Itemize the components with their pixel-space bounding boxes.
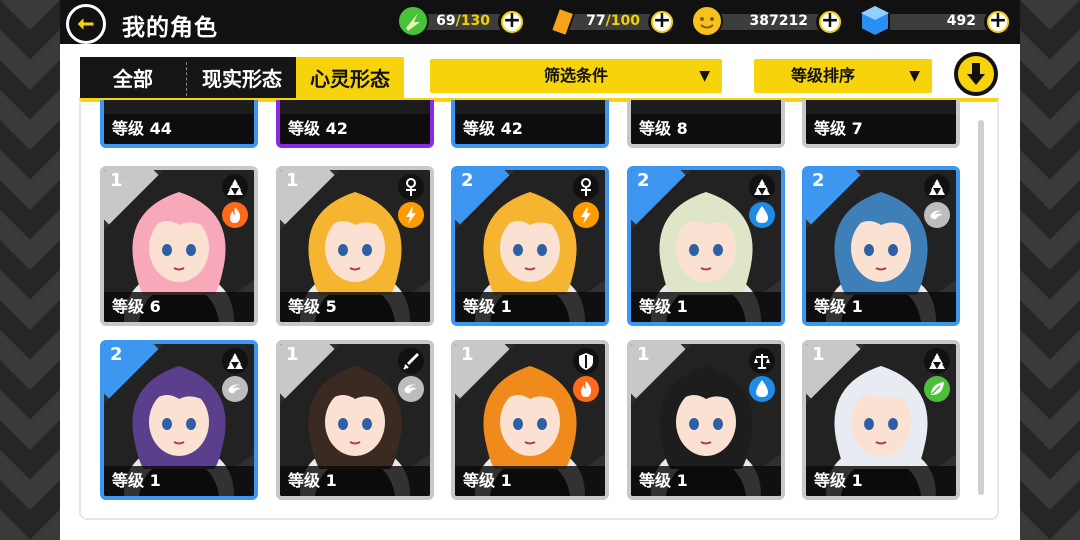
- scroll-thumb[interactable]: [978, 120, 984, 495]
- leaf-element-icon: [924, 376, 950, 402]
- sort-order-button[interactable]: [954, 52, 998, 96]
- tab-soul-form[interactable]: 心灵形态: [296, 57, 404, 101]
- character-card[interactable]: 等级 42: [451, 100, 609, 148]
- character-card[interactable]: 2 等级 1: [627, 166, 785, 326]
- wind-element-icon: [924, 202, 950, 228]
- character-level: 等级 5: [280, 292, 430, 322]
- character-level: 等级 1: [631, 466, 781, 496]
- star-rank: 2: [637, 170, 650, 191]
- sort-label: 等级排序: [790, 66, 855, 85]
- triforce-class-icon: [749, 174, 775, 200]
- fire-element-icon: [222, 202, 248, 228]
- scrollbar[interactable]: [978, 120, 984, 495]
- gem-value: 492: [946, 13, 976, 29]
- energy-current: 77: [586, 13, 606, 29]
- chevron-down-icon: ▼: [909, 68, 920, 84]
- water-element-icon: [749, 376, 775, 402]
- stamina-max: /130: [455, 13, 490, 29]
- character-level: 等级 42: [280, 114, 430, 144]
- chevron-down-icon: ▼: [699, 68, 710, 84]
- ankh-class-icon: [573, 174, 599, 200]
- back-button[interactable]: [66, 4, 106, 44]
- character-level: 等级 6: [104, 292, 254, 322]
- character-level: 等级 1: [455, 466, 605, 496]
- character-level: 等级 1: [631, 292, 781, 322]
- character-level: 等级 1: [280, 466, 430, 496]
- character-card[interactable]: 等级 7: [802, 100, 960, 148]
- star-rank: 2: [110, 344, 123, 365]
- character-level: 等级 1: [806, 466, 956, 496]
- character-card[interactable]: 1 等级 1: [627, 340, 785, 500]
- page-title: 我的角色: [122, 15, 218, 41]
- filter-dropdown[interactable]: 筛选条件 ▼: [430, 59, 722, 93]
- stamina-counter: 69/130 +: [396, 5, 530, 37]
- character-card[interactable]: 2 等级 1: [451, 166, 609, 326]
- add-stamina-button[interactable]: +: [498, 8, 526, 36]
- bolt-element-icon: [573, 202, 599, 228]
- add-gold-button[interactable]: +: [816, 8, 844, 36]
- star-rank: 1: [286, 344, 299, 365]
- character-level: 等级 42: [455, 114, 605, 144]
- star-rank: 2: [461, 170, 474, 191]
- character-level: 等级 1: [104, 466, 254, 496]
- character-level: 等级 7: [806, 114, 956, 144]
- water-element-icon: [749, 202, 775, 228]
- wind-element-icon: [222, 376, 248, 402]
- back-arrow-icon: [76, 15, 95, 33]
- character-card[interactable]: 1 等级 6: [100, 166, 258, 326]
- energy-counter: 77/100 +: [546, 6, 680, 37]
- star-rank: 1: [637, 344, 650, 365]
- add-gem-button[interactable]: +: [984, 8, 1012, 36]
- character-card[interactable]: 1 等级 1: [276, 340, 434, 500]
- character-level: 等级 44: [104, 114, 254, 144]
- bolt-element-icon: [398, 202, 424, 228]
- star-rank: 1: [110, 170, 123, 191]
- wind-element-icon: [398, 376, 424, 402]
- scale-class-icon: [749, 348, 775, 374]
- sort-dropdown[interactable]: 等级排序 ▼: [754, 59, 932, 93]
- character-level: 等级 1: [806, 292, 956, 322]
- character-card[interactable]: 2 等级 1: [100, 340, 258, 500]
- blue-cube-icon: [860, 4, 890, 38]
- filter-label: 筛选条件: [543, 66, 608, 85]
- character-card[interactable]: 1 等级 1: [802, 340, 960, 500]
- triforce-class-icon: [222, 174, 248, 200]
- leaf-stamina-icon: [397, 5, 429, 37]
- character-card[interactable]: 2 等级 1: [802, 166, 960, 326]
- triforce-class-icon: [924, 174, 950, 200]
- character-card[interactable]: 等级 42: [276, 100, 434, 148]
- gem-counter: 492 +: [858, 4, 1014, 38]
- tab-real-form[interactable]: 现实形态: [188, 57, 296, 101]
- form-tabs: 全部 现实形态 心灵形态: [80, 57, 404, 101]
- star-rank: 1: [812, 344, 825, 365]
- shield-class-icon: [573, 348, 599, 374]
- tab-all[interactable]: 全部: [80, 57, 186, 101]
- fire-element-icon: [573, 376, 599, 402]
- triforce-class-icon: [222, 348, 248, 374]
- gold-counter: 387212 +: [690, 5, 846, 37]
- down-arrow-icon: [967, 63, 985, 85]
- character-card[interactable]: 1 等级 5: [276, 166, 434, 326]
- gold-value: 387212: [749, 13, 808, 29]
- sword-class-icon: [398, 348, 424, 374]
- energy-max: /100: [605, 13, 640, 29]
- character-card[interactable]: 等级 44: [100, 100, 258, 148]
- ankh-class-icon: [398, 174, 424, 200]
- star-rank: 1: [461, 344, 474, 365]
- star-rank: 2: [812, 170, 825, 191]
- character-card[interactable]: 等级 8: [627, 100, 785, 148]
- character-card[interactable]: 1 等级 1: [451, 340, 609, 500]
- add-energy-button[interactable]: +: [648, 8, 676, 36]
- triforce-class-icon: [924, 348, 950, 374]
- star-rank: 1: [286, 170, 299, 191]
- stamina-current: 69: [436, 13, 456, 29]
- character-level: 等级 8: [631, 114, 781, 144]
- gold-coin-icon: [691, 5, 723, 37]
- battery-icon: [550, 6, 575, 37]
- character-level: 等级 1: [455, 292, 605, 322]
